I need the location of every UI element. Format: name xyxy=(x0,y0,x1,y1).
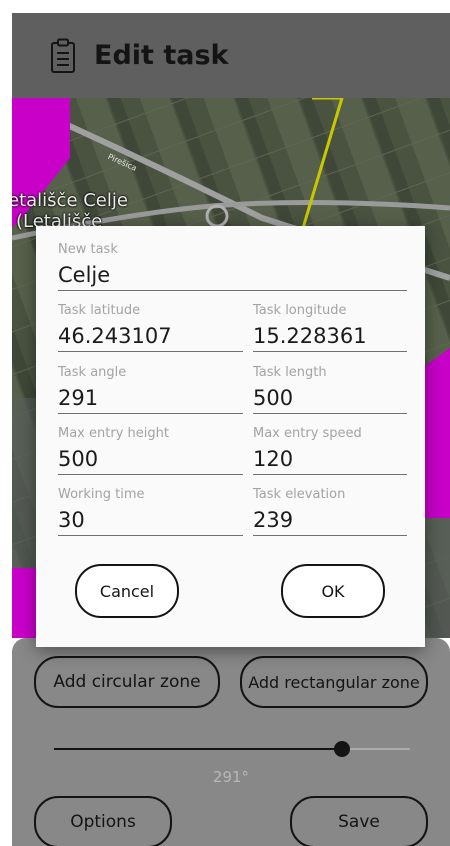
status-strip xyxy=(0,0,450,13)
field-label: Task elevation xyxy=(253,487,346,502)
slider-fill xyxy=(54,748,342,750)
task-latitude-field[interactable]: Task latitude 46.243107 xyxy=(58,301,243,352)
field-label: Working time xyxy=(58,487,145,502)
max-entry-speed-field[interactable]: Max entry speed 120 xyxy=(253,424,407,475)
bottom-panel: Add circular zone Add rectangular zone 2… xyxy=(12,638,450,846)
field-label: Task angle xyxy=(58,365,127,380)
add-circular-zone-button[interactable]: Add circular zone xyxy=(34,656,220,708)
add-rectangular-zone-button[interactable]: Add rectangular zone xyxy=(240,656,428,708)
field-input[interactable]: 291 xyxy=(58,383,243,413)
field-label: Max entry speed xyxy=(253,426,362,441)
edit-task-dialog: New task Celje Task latitude 46.243107 T… xyxy=(36,226,425,647)
field-input[interactable]: 500 xyxy=(253,383,407,413)
options-button[interactable]: Options xyxy=(34,796,172,846)
task-name-label: New task xyxy=(58,242,118,257)
field-input[interactable]: 30 xyxy=(58,505,243,535)
max-entry-height-field[interactable]: Max entry height 500 xyxy=(58,424,243,475)
field-label: Max entry height xyxy=(58,426,169,441)
field-input[interactable]: 239 xyxy=(253,505,407,535)
app-bar: Edit task xyxy=(12,13,450,98)
field-input[interactable]: 120 xyxy=(253,444,407,474)
field-label: Task longitude xyxy=(253,303,347,318)
slider-thumb[interactable] xyxy=(334,741,350,757)
task-length-field[interactable]: Task length 500 xyxy=(253,363,407,414)
working-time-field[interactable]: Working time 30 xyxy=(58,485,243,536)
task-name-input[interactable]: Celje xyxy=(58,260,407,290)
task-longitude-field[interactable]: Task longitude 15.228361 xyxy=(253,301,407,352)
field-input[interactable]: 46.243107 xyxy=(58,321,243,351)
clipboard-icon xyxy=(50,38,76,74)
field-label: Task length xyxy=(253,365,327,380)
task-elevation-field[interactable]: Task elevation 239 xyxy=(253,485,407,536)
task-name-field[interactable]: New task Celje xyxy=(58,240,407,291)
page-title: Edit task xyxy=(94,40,229,71)
cancel-button[interactable]: Cancel xyxy=(75,564,179,618)
ok-button[interactable]: OK xyxy=(281,564,385,618)
field-input[interactable]: 500 xyxy=(58,444,243,474)
field-label: Task latitude xyxy=(58,303,141,318)
save-button[interactable]: Save xyxy=(290,796,428,846)
field-input[interactable]: 15.228361 xyxy=(253,321,407,351)
angle-slider[interactable] xyxy=(54,741,410,757)
task-angle-field[interactable]: Task angle 291 xyxy=(58,363,243,414)
slider-value-text: 291° xyxy=(212,768,250,786)
airfield-label: etališče Celje xyxy=(12,190,128,211)
